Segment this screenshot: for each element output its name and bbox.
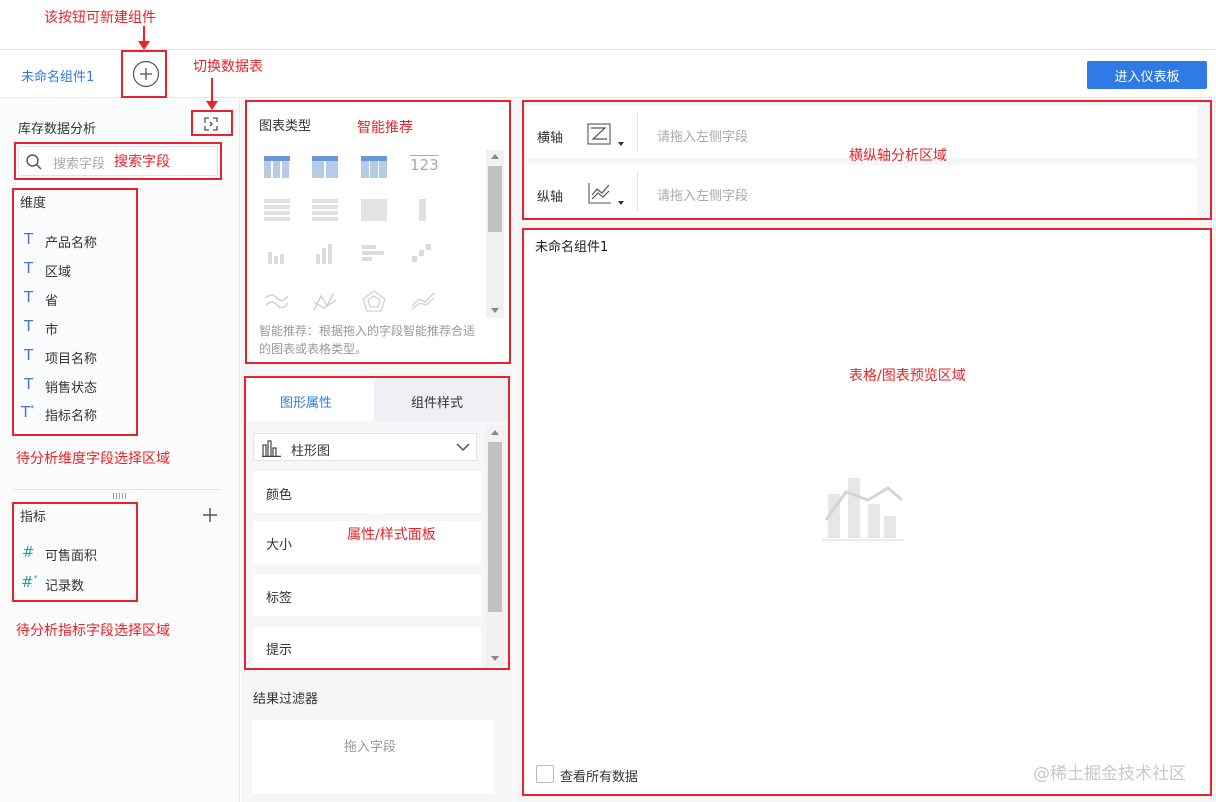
arrow-to-switch-table	[206, 78, 218, 110]
dataset-name: 库存数据分析	[18, 122, 97, 137]
annotation-box-chart-types	[245, 100, 511, 364]
annotation-dimension-area: 待分析维度字段选择区域	[16, 451, 170, 467]
annotation-box-preview	[522, 228, 1212, 796]
annotation-switch-table: 切换数据表	[193, 59, 263, 75]
tab-bar	[0, 50, 1216, 98]
tab-component[interactable]: 未命名组件1	[0, 50, 120, 98]
annotation-search-field: 搜索字段	[114, 154, 170, 170]
tab-component-label: 未命名组件1	[21, 70, 95, 85]
result-filter-title: 结果过滤器	[253, 692, 319, 707]
filter-drop-zone[interactable]: 拖入字段	[252, 720, 494, 794]
annotation-box-dimensions	[12, 188, 138, 436]
annotation-preview-area: 表格/图表预览区域	[849, 368, 966, 384]
annotation-box-metrics	[12, 502, 138, 602]
annotation-box-properties	[244, 376, 510, 670]
annotation-property-panel: 属性/样式面板	[347, 527, 436, 543]
section-divider	[14, 489, 220, 490]
annotation-box-add-button	[121, 50, 167, 98]
annotation-metric-area: 待分析指标字段选择区域	[16, 623, 170, 639]
annotation-axis-area: 横纵轴分析区域	[849, 148, 947, 164]
filter-drop-hint: 拖入字段	[344, 740, 397, 755]
enter-dashboard-button[interactable]: 进入仪表板	[1087, 61, 1207, 89]
annotation-new-component: 该按钮可新建组件	[44, 10, 156, 26]
arrow-to-add-button	[138, 26, 150, 50]
annotation-box-switch-table	[191, 110, 233, 136]
annotation-smart-recommend: 智能推荐	[357, 120, 413, 136]
add-metric-icon[interactable]	[202, 507, 218, 523]
drag-handle-icon[interactable]	[113, 493, 127, 499]
